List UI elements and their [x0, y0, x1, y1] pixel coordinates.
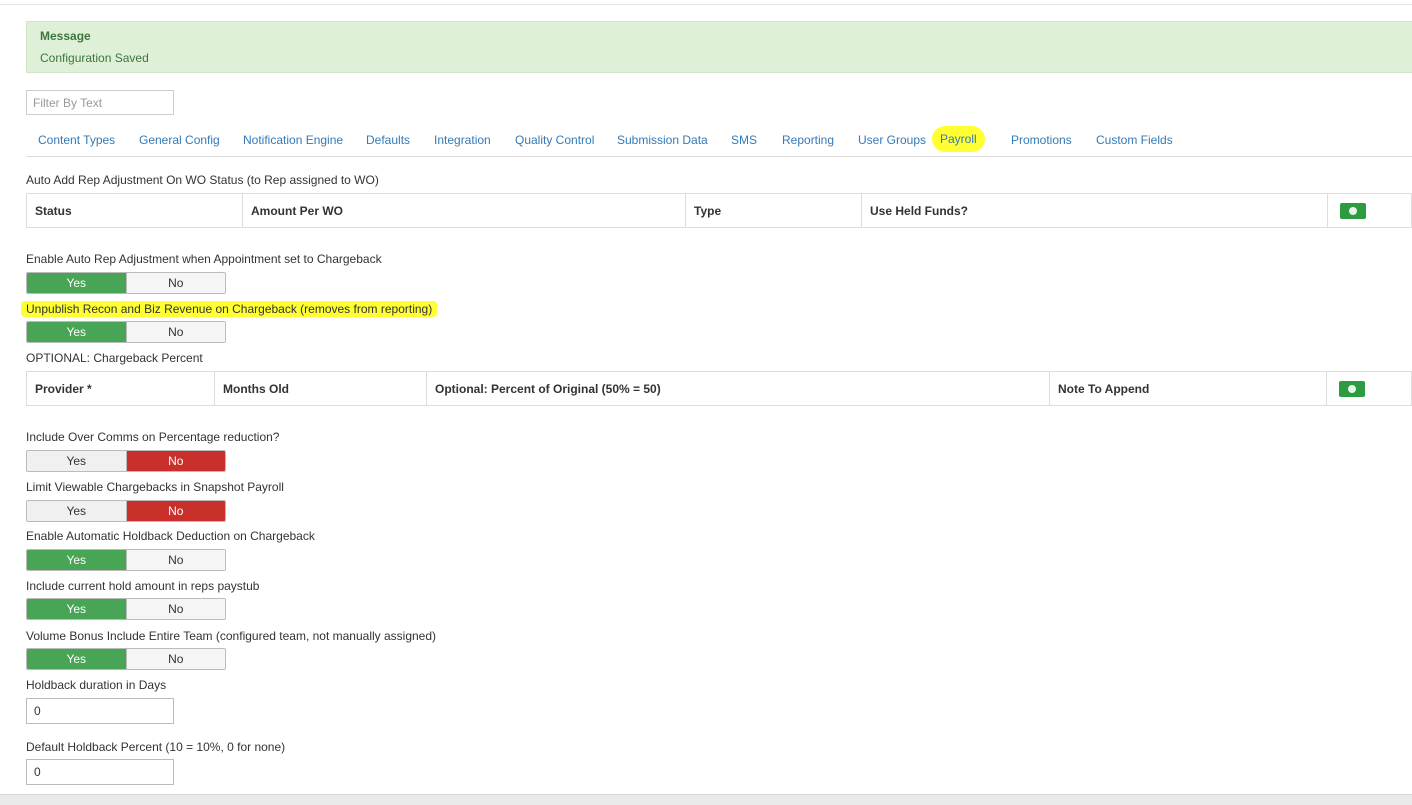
auto-add-label: Auto Add Rep Adjustment On WO Status (to…	[26, 173, 379, 187]
toggle-limit-viewable[interactable]: Yes No	[26, 500, 226, 522]
col-percent-of-original: Optional: Percent of Original (50% = 50)	[426, 371, 1050, 406]
setting-label-volume-bonus: Volume Bonus Include Entire Team (config…	[26, 629, 437, 643]
toggle-yes[interactable]: Yes	[27, 501, 127, 521]
col-months-old: Months Old	[214, 371, 427, 406]
message-text: Configuration Saved	[40, 51, 149, 65]
setting-label-limit-viewable: Limit Viewable Chargebacks in Snapshot P…	[26, 480, 284, 494]
setting-label-over-comms: Include Over Comms on Percentage reducti…	[26, 430, 280, 444]
toggle-over-comms[interactable]: Yes No	[26, 450, 226, 472]
toggle-no[interactable]: No	[126, 550, 225, 570]
auto-add-table: Status Amount Per WO Type Use Held Funds…	[26, 193, 1412, 228]
toggle-yes[interactable]: Yes	[27, 649, 127, 669]
top-border	[0, 4, 1412, 5]
tab-promotions[interactable]: Promotions	[1011, 133, 1072, 147]
holdback-days-input[interactable]	[26, 698, 174, 724]
tab-custom-fields[interactable]: Custom Fields	[1096, 133, 1173, 147]
toggle-no[interactable]: No	[126, 599, 225, 619]
tab-integration[interactable]: Integration	[434, 133, 491, 147]
tab-submission-data[interactable]: Submission Data	[617, 133, 708, 147]
config-tabs: Content Types General Config Notificatio…	[26, 125, 1412, 157]
col-type: Type	[685, 193, 862, 228]
toggle-yes[interactable]: Yes	[27, 599, 127, 619]
filter-input[interactable]	[26, 90, 174, 115]
holdback-days-label: Holdback duration in Days	[26, 678, 167, 692]
toggle-yes[interactable]: Yes	[27, 451, 127, 471]
col-status: Status	[26, 193, 243, 228]
toggle-unpublish-recon[interactable]: Yes No	[26, 321, 226, 343]
chargeback-percent-table: Provider * Months Old Optional: Percent …	[26, 371, 1412, 406]
setting-label-holdback-deduction: Enable Automatic Holdback Deduction on C…	[26, 529, 315, 543]
bottom-status-bar	[0, 794, 1412, 805]
add-circle-icon[interactable]	[1340, 202, 1366, 219]
tab-sms[interactable]: SMS	[731, 133, 757, 147]
message-title: Message	[40, 29, 91, 43]
toggle-volume-bonus[interactable]: Yes No	[26, 648, 226, 670]
toggle-no[interactable]: No	[126, 322, 225, 342]
toggle-yes[interactable]: Yes	[27, 322, 127, 342]
col-use-held-funds: Use Held Funds?	[861, 193, 1328, 228]
col-amount-per-wo: Amount Per WO	[242, 193, 686, 228]
col-add	[1326, 371, 1412, 406]
holdback-percent-input[interactable]	[26, 759, 174, 785]
toggle-auto-rep-adjustment[interactable]: Yes No	[26, 272, 226, 294]
toggle-no[interactable]: No	[126, 649, 225, 669]
add-circle-icon[interactable]	[1339, 380, 1365, 397]
success-message: Message Configuration Saved	[26, 21, 1412, 73]
tab-user-groups[interactable]: User Groups	[858, 133, 926, 147]
col-note-to-append: Note To Append	[1049, 371, 1327, 406]
setting-label-unpublish-recon: Unpublish Recon and Biz Revenue on Charg…	[21, 301, 438, 317]
col-add	[1327, 193, 1412, 228]
setting-label-hold-amount-paystub: Include current hold amount in reps pays…	[26, 579, 260, 593]
toggle-no[interactable]: No	[126, 451, 225, 471]
toggle-yes[interactable]: Yes	[27, 550, 127, 570]
tab-defaults[interactable]: Defaults	[366, 133, 410, 147]
chargeback-percent-label: OPTIONAL: Chargeback Percent	[26, 351, 203, 365]
tab-payroll[interactable]: Payroll	[932, 126, 985, 152]
setting-label-auto-rep-adjustment: Enable Auto Rep Adjustment when Appointm…	[26, 252, 382, 266]
col-provider: Provider *	[26, 371, 215, 406]
toggle-hold-amount-paystub[interactable]: Yes No	[26, 598, 226, 620]
toggle-no[interactable]: No	[126, 273, 225, 293]
tab-content-types[interactable]: Content Types	[38, 133, 115, 147]
toggle-yes[interactable]: Yes	[27, 273, 127, 293]
toggle-holdback-deduction[interactable]: Yes No	[26, 549, 226, 571]
table-header-row: Provider * Months Old Optional: Percent …	[26, 371, 1412, 406]
tab-general-config[interactable]: General Config	[139, 133, 220, 147]
table-header-row: Status Amount Per WO Type Use Held Funds…	[26, 193, 1412, 228]
tab-reporting[interactable]: Reporting	[782, 133, 834, 147]
tab-quality-control[interactable]: Quality Control	[515, 133, 594, 147]
toggle-no[interactable]: No	[126, 501, 225, 521]
tab-notification-engine[interactable]: Notification Engine	[243, 133, 343, 147]
holdback-percent-label: Default Holdback Percent (10 = 10%, 0 fo…	[26, 740, 286, 754]
